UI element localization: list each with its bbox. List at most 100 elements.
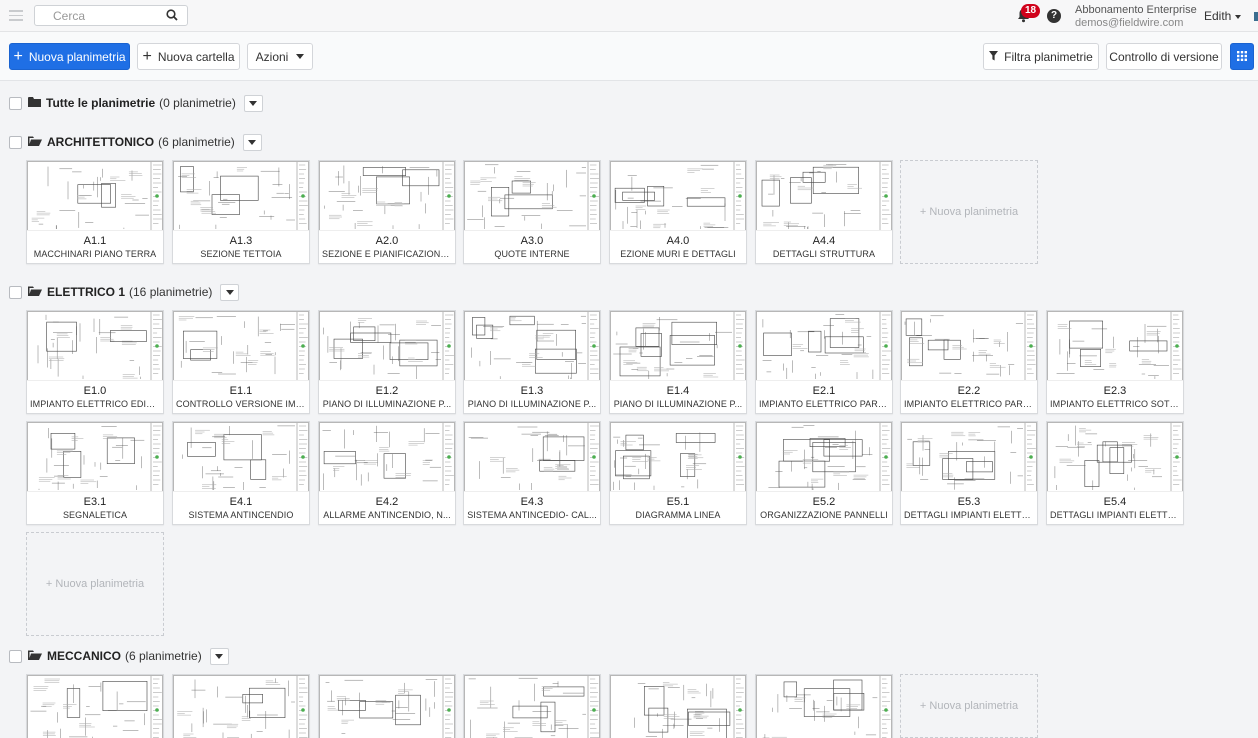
search-box[interactable] [34,5,188,26]
plan-thumbnail[interactable] [173,311,309,381]
plan-card[interactable]: A4.0 EZIONE MURI E DETTAGLI [609,160,747,264]
menu-icon[interactable] [9,10,23,21]
grid-view-button[interactable] [1230,43,1254,70]
plan-thumbnail[interactable] [610,422,746,492]
plan-card[interactable]: E3.1 SEGNALETICA [26,421,164,525]
plan-card[interactable]: E2.3 IMPIANTO ELETTRICO SOTT... [1046,310,1184,414]
folder-count: (16 planimetrie) [129,285,213,299]
plan-card[interactable] [172,674,310,738]
plan-thumbnail[interactable] [901,311,1037,381]
search-icon[interactable] [166,9,178,24]
folder-menu-button[interactable] [209,647,229,665]
plan-card[interactable]: E5.3 DETTAGLI IMPIANTI ELETTRI... [900,421,1038,525]
plan-card[interactable]: E5.1 DIAGRAMMA LINEA [609,421,747,525]
plan-thumbnail[interactable] [27,675,163,738]
folder-name[interactable]: ARCHITETTONICO [47,135,154,149]
folder-menu-button[interactable] [220,283,240,301]
search-input[interactable] [35,6,155,25]
plan-card[interactable]: E2.2 IMPIANTO ELETTRICO PARZ... [900,310,1038,414]
help-icon[interactable]: ? [1047,9,1061,23]
plan-thumbnail[interactable] [610,161,746,231]
plan-card[interactable]: E1.4 PIANO DI ILLUMINAZIONE P... [609,310,747,414]
folder-menu-button[interactable] [243,94,263,112]
new-plan-button[interactable]: + Nuova planimetria [9,43,130,70]
new-plan-tile[interactable]: + Nuova planimetria [900,160,1038,264]
plan-thumbnail[interactable] [901,422,1037,492]
plan-drawing-image [756,422,892,491]
plan-thumbnail[interactable] [27,311,163,381]
filter-plans-button[interactable]: Filtra planimetrie [983,43,1099,70]
plan-thumbnail[interactable] [173,161,309,231]
chevron-down-icon [225,289,234,295]
plan-thumbnail[interactable] [319,161,455,231]
version-control-button[interactable]: Controllo di versione [1106,43,1222,70]
plan-card[interactable] [318,674,456,738]
select-checkbox[interactable] [9,96,22,110]
plan-card[interactable]: E1.0 IMPIANTO ELETTRICO EDIFI... [26,310,164,414]
plan-card[interactable] [26,674,164,738]
folder-count: (0 planimetrie) [159,96,236,110]
plan-thumbnail[interactable] [756,311,892,381]
plan-thumbnail[interactable] [756,422,892,492]
folder-name[interactable]: MECCANICO [47,649,121,663]
select-checkbox[interactable] [9,649,22,663]
plan-card[interactable]: A4.4 DETTAGLI STRUTTURA [755,160,893,264]
plan-card[interactable]: E1.3 PIANO DI ILLUMINAZIONE P... [463,310,601,414]
plan-thumbnail[interactable] [173,675,309,738]
plan-card[interactable] [463,674,601,738]
folder-name[interactable]: Tutte le planimetrie [46,96,155,110]
plan-drawing-image [27,161,163,230]
plan-thumbnail[interactable] [464,161,600,231]
plan-thumbnail[interactable] [756,161,892,231]
plan-thumbnail[interactable] [27,161,163,231]
plan-card[interactable]: E4.1 SISTEMA ANTINCENDIO [172,421,310,525]
plan-thumbnail[interactable] [464,422,600,492]
new-plan-tile[interactable]: + Nuova planimetria [26,532,164,636]
plan-card[interactable]: A2.0 SEZIONE E PIANIFICAZIONE ... [318,160,456,264]
plan-code: A4.4 [812,235,836,247]
folder-header-architettonico: ARCHITETTONICO (6 planimetrie) [9,132,262,152]
plan-card[interactable]: A3.0 QUOTE INTERNE [463,160,601,264]
plan-thumbnail[interactable] [319,675,455,738]
plan-card[interactable]: E5.2 ORGANIZZAZIONE PANNELLI [755,421,893,525]
chevron-down-icon [296,54,305,59]
select-checkbox[interactable] [9,285,22,299]
plan-drawing-image [319,422,455,491]
new-plan-tile[interactable]: + Nuova planimetria [900,674,1038,738]
plan-thumbnail[interactable] [1047,422,1183,492]
plan-card[interactable]: E5.4 DETTAGLI IMPIANTI ELETTRI... [1046,421,1184,525]
plan-title: DETTAGLI IMPIANTI ELETTRI... [904,510,1034,520]
select-checkbox[interactable] [9,135,22,149]
plan-card[interactable] [609,674,747,738]
plan-card[interactable]: E4.3 SISTEMA ANTINCEDIO- CAL... [463,421,601,525]
plan-title: QUOTE INTERNE [494,249,570,259]
plan-card[interactable]: E1.2 PIANO DI ILLUMINAZIONE P... [318,310,456,414]
folder-name[interactable]: ELETTRICO 1 [47,285,125,299]
plan-title: DETTAGLI IMPIANTI ELETTRI... [1050,510,1180,520]
plan-thumbnail[interactable] [610,675,746,738]
plan-thumbnail[interactable] [610,311,746,381]
plan-card[interactable]: E1.1 CONTROLLO VERSIONE IMP... [172,310,310,414]
plan-thumbnail[interactable] [1047,311,1183,381]
folder-menu-button[interactable] [242,133,262,151]
folder-open-icon [28,135,42,149]
plan-drawing-image [1047,422,1183,491]
plan-thumbnail[interactable] [27,422,163,492]
notification-badge[interactable]: 18 [1021,4,1040,18]
plan-card[interactable]: A1.1 MACCHINARI PIANO TERRA [26,160,164,264]
plan-thumbnail[interactable] [464,311,600,381]
plan-thumbnail[interactable] [173,422,309,492]
plan-thumbnail[interactable] [464,675,600,738]
plan-card[interactable]: E4.2 ALLARME ANTINCENDIO, N... [318,421,456,525]
plan-title: MACCHINARI PIANO TERRA [33,249,157,259]
plan-card[interactable]: E2.1 IMPIANTO ELETTRICO PARZ... [755,310,893,414]
new-folder-button[interactable]: + Nuova cartella [137,43,240,70]
user-menu[interactable]: Edith [1204,9,1242,23]
plan-card[interactable]: A1.3 SEZIONE TETTOIA [172,160,310,264]
actions-dropdown[interactable]: Azioni [247,43,313,70]
plan-thumbnail[interactable] [319,422,455,492]
plan-title: IMPIANTO ELETTRICO PARZ... [759,399,889,409]
plan-thumbnail[interactable] [319,311,455,381]
plan-card[interactable] [755,674,893,738]
plan-thumbnail[interactable] [756,675,892,738]
